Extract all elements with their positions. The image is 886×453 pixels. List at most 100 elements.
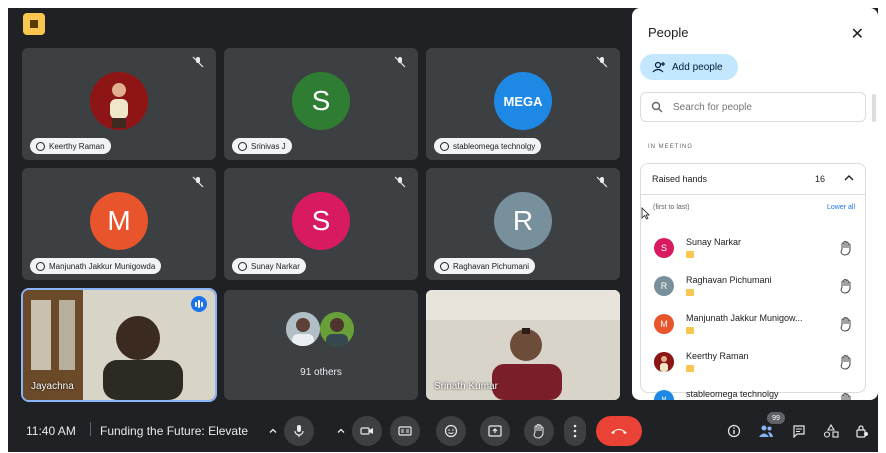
avatar	[654, 352, 674, 372]
people-panel: People ✕ Add people IN MEETING Raised ha…	[632, 8, 878, 400]
clock: 11:40 AM	[26, 424, 76, 438]
meeting-title: Funding the Future: Elevate ...	[100, 424, 250, 438]
meeting-details-button[interactable]	[725, 422, 743, 440]
captions-button[interactable]	[390, 416, 420, 446]
mic-off-icon	[392, 174, 408, 190]
more-options-button[interactable]	[564, 416, 586, 446]
person-name: Manjunath Jakkur Munigow...	[686, 313, 803, 323]
present-button[interactable]	[480, 416, 510, 446]
avatar-initial: S	[311, 85, 331, 116]
host-controls-button[interactable]	[853, 422, 871, 440]
chevron-up-icon	[337, 428, 345, 433]
raised-hand-icon[interactable]	[839, 240, 853, 256]
raised-hand-icon[interactable]	[839, 354, 853, 370]
present-screen-icon	[488, 425, 502, 437]
list-item[interactable]: R Raghavan Pichumani	[641, 268, 867, 306]
others-tile[interactable]: 91 others	[224, 290, 418, 400]
participant-avatar: M	[90, 192, 148, 250]
hand-raised-flag-icon	[686, 365, 694, 372]
participant-name: Sunay Narkar	[251, 261, 300, 271]
divider	[90, 422, 91, 436]
raised-hands-label[interactable]: Raised hands	[652, 174, 707, 184]
emoji-icon	[444, 424, 458, 438]
participant-avatar: R	[494, 192, 552, 250]
mic-off-icon	[190, 54, 206, 70]
audio-options-button[interactable]	[262, 416, 284, 446]
camera-button[interactable]	[352, 416, 382, 446]
section-label: IN MEETING	[648, 144, 694, 150]
pin-icon[interactable]	[36, 261, 45, 271]
mic-off-icon	[392, 54, 408, 70]
mic-off-icon	[594, 54, 610, 70]
lock-person-icon	[856, 425, 868, 438]
people-icon	[759, 425, 773, 437]
microphone-icon	[294, 425, 304, 437]
raise-hand-button[interactable]	[524, 416, 554, 446]
participant-tile[interactable]: R Raghavan Pichumani	[426, 168, 620, 280]
participant-video-tile[interactable]: Srinath Kumar	[426, 290, 620, 400]
lower-all-button[interactable]: Lower all	[827, 204, 855, 211]
raised-hand-icon[interactable]	[839, 392, 853, 400]
hand-raised-flag-icon	[686, 251, 694, 258]
list-item[interactable]: M stableomega technolgy	[641, 382, 867, 400]
chat-button[interactable]	[790, 422, 808, 440]
mic-off-icon	[190, 174, 206, 190]
participant-tile[interactable]: S Srinivas J	[224, 48, 418, 160]
logo-text: MEGA	[503, 93, 543, 109]
avatar-initial: R	[512, 205, 534, 236]
participant-tile[interactable]: S Sunay Narkar	[224, 168, 418, 280]
participant-name: Srinivas J	[251, 141, 286, 151]
search-input[interactable]	[671, 100, 855, 114]
add-people-button[interactable]: Add people	[640, 54, 738, 80]
participant-name-pill: Manjunath Jakkur Munigowda	[30, 258, 162, 274]
person-name: Sunay Narkar	[686, 237, 742, 247]
participant-tile[interactable]: MEGA stableomega technolgy	[426, 48, 620, 160]
pin-icon[interactable]	[238, 141, 247, 151]
activities-button[interactable]	[822, 422, 840, 440]
raised-hand-icon[interactable]	[839, 278, 853, 294]
participant-tile[interactable]: M Manjunath Jakkur Munigowda	[22, 168, 216, 280]
close-icon[interactable]: ✕	[851, 24, 864, 44]
chevron-up-icon[interactable]	[843, 172, 855, 184]
leave-call-button[interactable]	[596, 416, 642, 446]
list-item[interactable]: M Manjunath Jakkur Munigow...	[641, 306, 867, 344]
pin-icon[interactable]	[238, 261, 247, 271]
avatar-initial: M	[660, 319, 668, 329]
people-button[interactable]	[757, 422, 775, 440]
panel-title: People	[648, 25, 689, 40]
company-logo-avatar: MEGA	[494, 72, 552, 130]
participant-name: Manjunath Jakkur Munigowda	[49, 261, 156, 271]
participant-name-pill: Sunay Narkar	[232, 258, 306, 274]
speaking-indicator-icon	[191, 296, 207, 312]
search-icon	[651, 101, 663, 113]
reactions-button[interactable]	[436, 416, 466, 446]
avatar: M	[654, 390, 674, 400]
mic-off-icon	[594, 174, 610, 190]
participant-tile[interactable]: Keerthy Raman	[22, 48, 216, 160]
video-options-button[interactable]	[330, 416, 352, 446]
participant-avatar: S	[292, 192, 350, 250]
person-name: Raghavan Pichumani	[686, 275, 772, 285]
pin-icon[interactable]	[440, 261, 449, 271]
pin-icon[interactable]	[440, 141, 449, 151]
more-vert-icon	[573, 424, 577, 438]
avatar: R	[654, 276, 674, 296]
avatar: M	[654, 314, 674, 334]
participant-name-pill: Srinivas J	[232, 138, 292, 154]
list-item[interactable]: Keerthy Raman	[641, 344, 867, 382]
microphone-button[interactable]	[284, 416, 314, 446]
raise-hand-indicator-icon[interactable]	[23, 13, 45, 35]
participant-video-tile[interactable]: Jayachna	[21, 288, 217, 402]
panel-scrollbar[interactable]	[872, 94, 876, 122]
hand-raised-flag-icon	[686, 289, 694, 296]
search-box[interactable]	[640, 92, 866, 122]
list-item[interactable]: S Sunay Narkar	[641, 230, 867, 268]
avatar-initial: R	[660, 281, 668, 291]
other-participant-thumb	[286, 312, 320, 346]
raised-hand-icon[interactable]	[839, 316, 853, 332]
participant-name: stableomega technolgy	[453, 141, 536, 151]
participant-name: Raghavan Pichumani	[453, 261, 530, 271]
sort-order-label: (first to last)	[653, 204, 690, 211]
pin-icon[interactable]	[36, 141, 45, 151]
participant-avatar: S	[292, 72, 350, 130]
